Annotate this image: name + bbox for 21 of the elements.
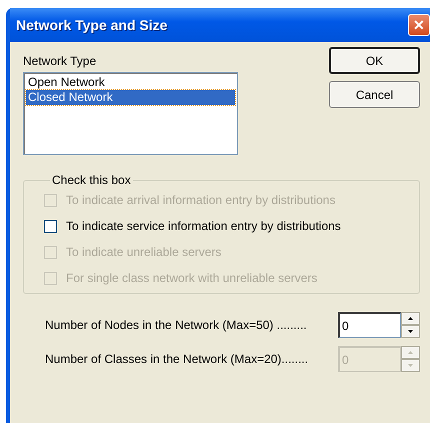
- checkbox-label: To indicate service information entry by distributions: [66, 219, 341, 233]
- cancel-button[interactable]: Cancel: [329, 81, 420, 108]
- checkbox-label: To indicate arrival information entry by distributions: [66, 193, 336, 207]
- spin-up-button[interactable]: [401, 312, 420, 325]
- number-field[interactable]: 0: [338, 312, 401, 338]
- checkbox-label: For single class network with unreliable servers: [66, 271, 318, 285]
- down-arrow-icon: [408, 364, 413, 367]
- ok-button[interactable]: OK: [329, 47, 420, 74]
- up-arrow-icon: [408, 317, 413, 320]
- list-label: Network Type: [23, 54, 98, 68]
- spinner-label: Number of Nodes in the Network (Max=50) .........: [45, 318, 307, 332]
- window-title: Network Type and Size: [16, 17, 168, 33]
- spin-down-button[interactable]: [401, 325, 420, 338]
- up-arrow-icon: [408, 351, 413, 354]
- checkbox[interactable]: [44, 220, 57, 232]
- down-arrow-icon: [408, 330, 413, 333]
- spinner-label: Number of Classes in the Network (Max=20)........: [45, 352, 308, 366]
- checkbox-label: To indicate unreliable servers: [66, 245, 222, 259]
- list-item[interactable]: Open Network: [26, 75, 235, 90]
- list-item[interactable]: Closed Network: [26, 90, 235, 105]
- group-title: Check this box: [51, 173, 132, 187]
